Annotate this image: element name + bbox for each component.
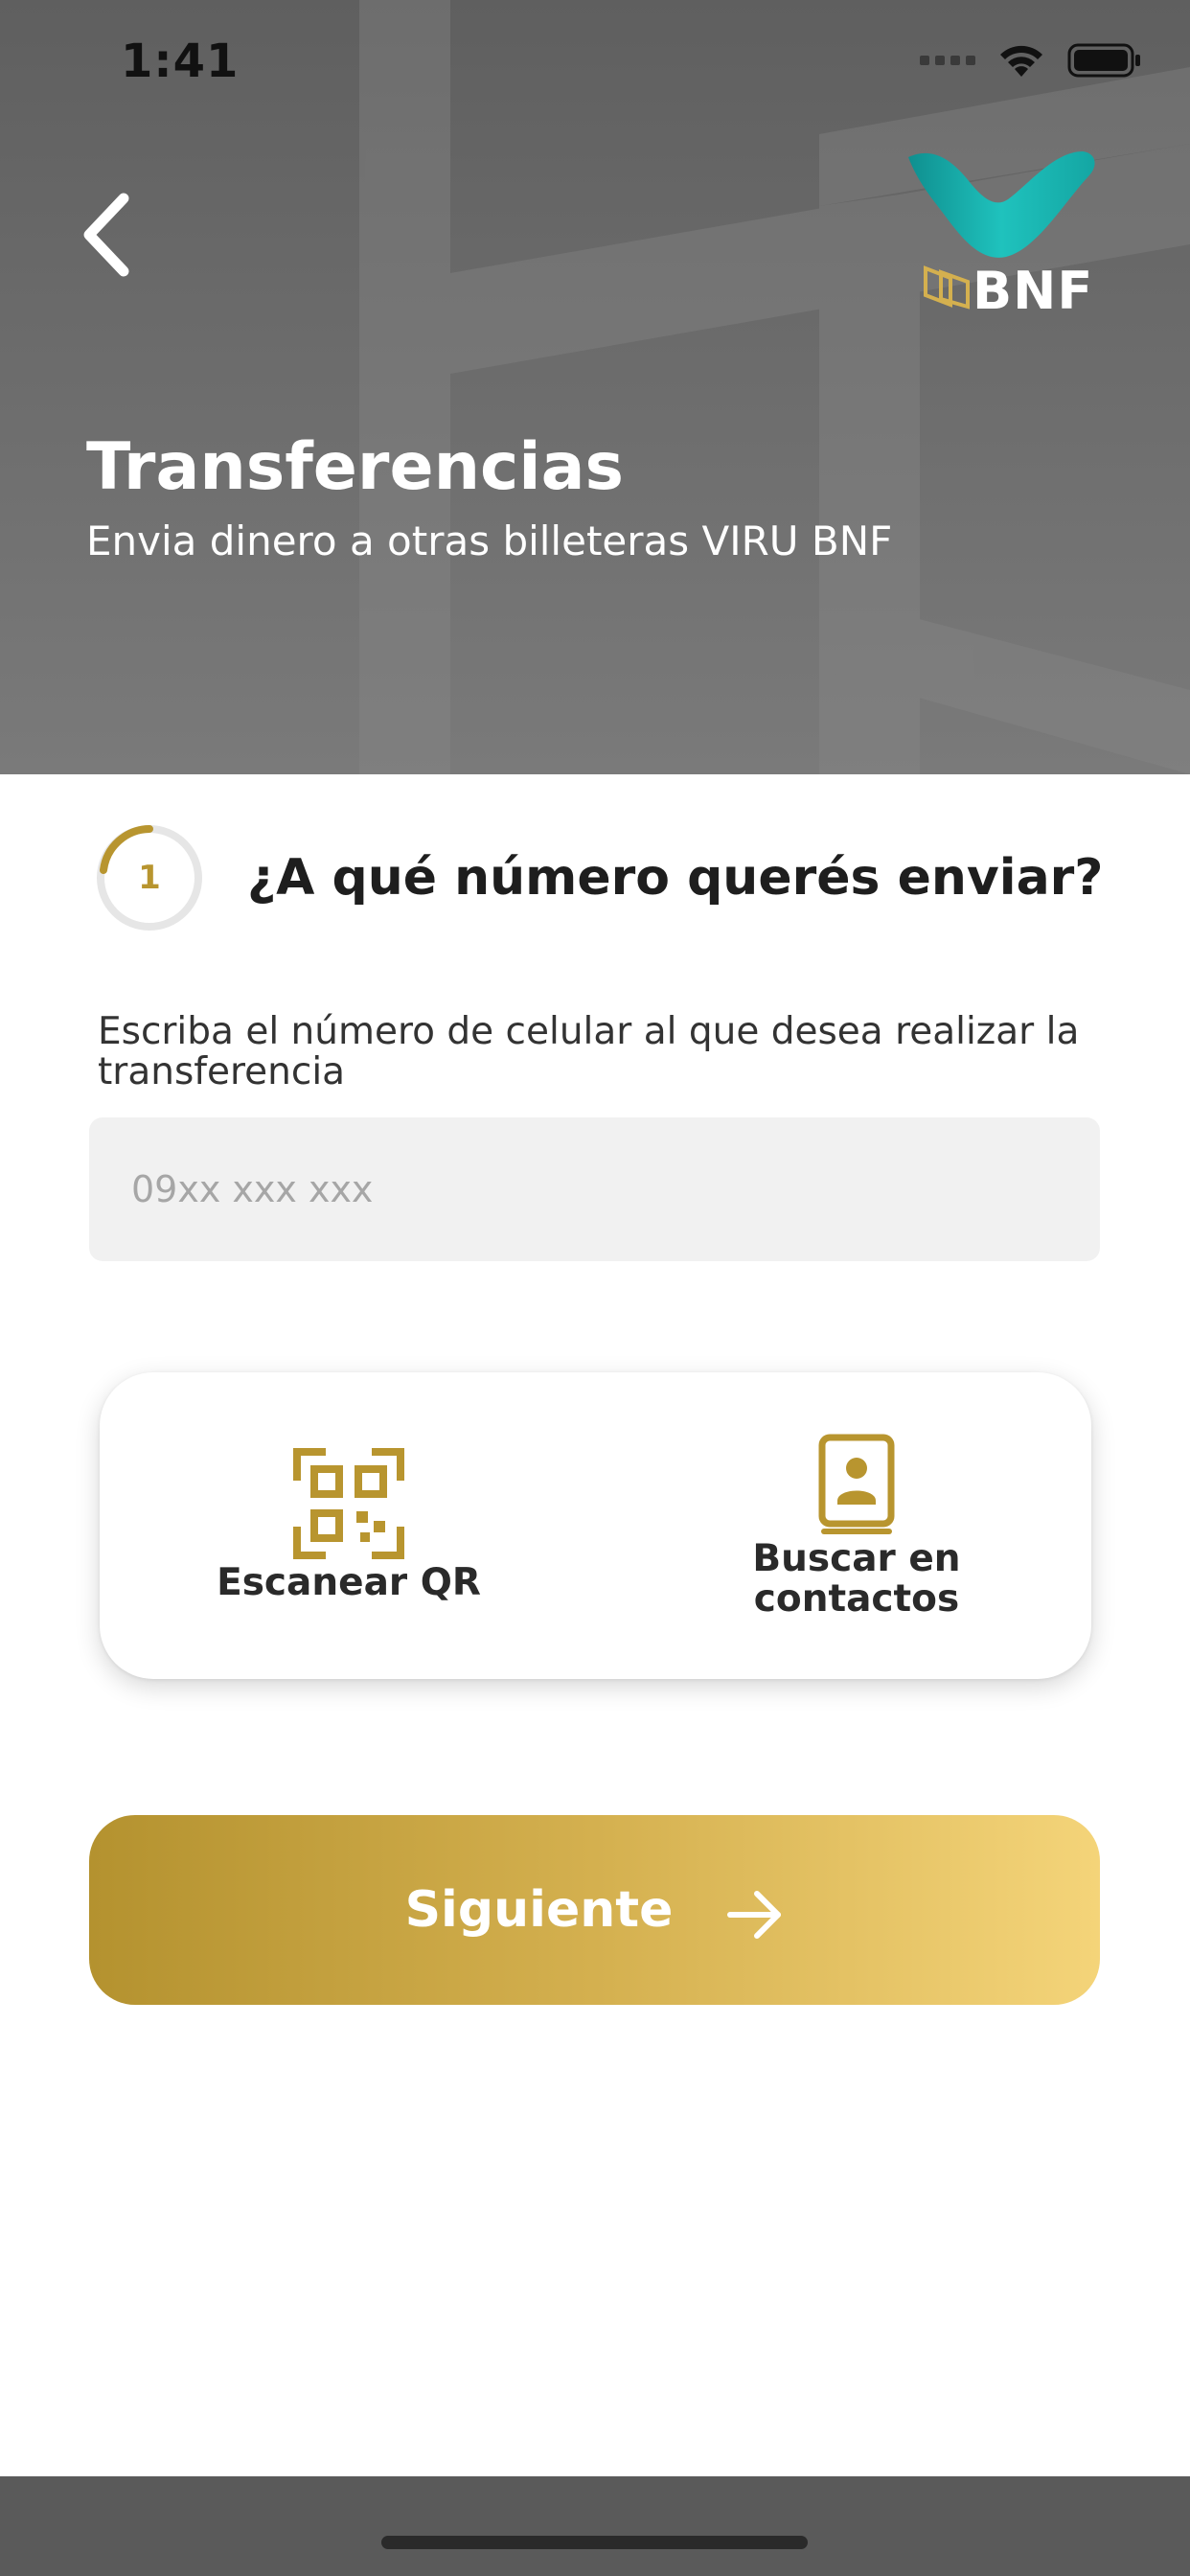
bnf-logo: BNF (901, 144, 1102, 326)
home-indicator[interactable] (381, 2536, 808, 2549)
phone-number-input[interactable] (89, 1117, 1100, 1261)
status-time: 1:41 (121, 34, 240, 88)
step-number: 1 (138, 859, 161, 897)
back-button[interactable] (63, 182, 149, 288)
phone-field-label: Escriba el número de celular al que dese… (98, 1010, 1080, 1093)
signal-dots-icon (920, 56, 975, 65)
battery-icon (1067, 43, 1140, 78)
wifi-icon (1000, 45, 1042, 77)
scan-qr-button[interactable]: Escanear QR (157, 1372, 540, 1679)
arrow-right-icon (727, 1891, 782, 1939)
step-question: ¿A qué número querés enviar? (247, 849, 1104, 907)
scan-qr-label: Escanear QR (217, 1561, 481, 1604)
status-icons (920, 42, 1142, 79)
next-button-label: Siguiente (404, 1881, 674, 1939)
contact-book-icon (818, 1434, 895, 1534)
page-title: Transferencias (86, 429, 624, 505)
bnf-logo-text: BNF (973, 261, 1094, 321)
search-contacts-label-line1: Buscar en (752, 1537, 961, 1580)
next-button[interactable]: Siguiente (89, 1815, 1100, 2005)
search-contacts-label-line2: contactos (753, 1577, 960, 1621)
header: 1:41 BNF Transferencias Envia dinero a o… (0, 0, 1190, 774)
status-bar: 1:41 (0, 0, 1190, 134)
chevron-left-icon (83, 193, 129, 277)
qr-code-icon (293, 1448, 404, 1559)
search-contacts-button[interactable]: Buscar en contactos (665, 1372, 1048, 1679)
actions-card: Escanear QR Buscar en contactos (100, 1372, 1091, 1679)
search-contacts-label: Buscar en contactos (752, 1539, 960, 1620)
step-progress-circle: 1 (96, 824, 203, 932)
bottom-bar (0, 2476, 1190, 2576)
page-subtitle: Envia dinero a otras billeteras VIRU BNF (86, 518, 893, 564)
step-indicator: 1 ¿A qué número querés enviar? (96, 824, 1103, 932)
